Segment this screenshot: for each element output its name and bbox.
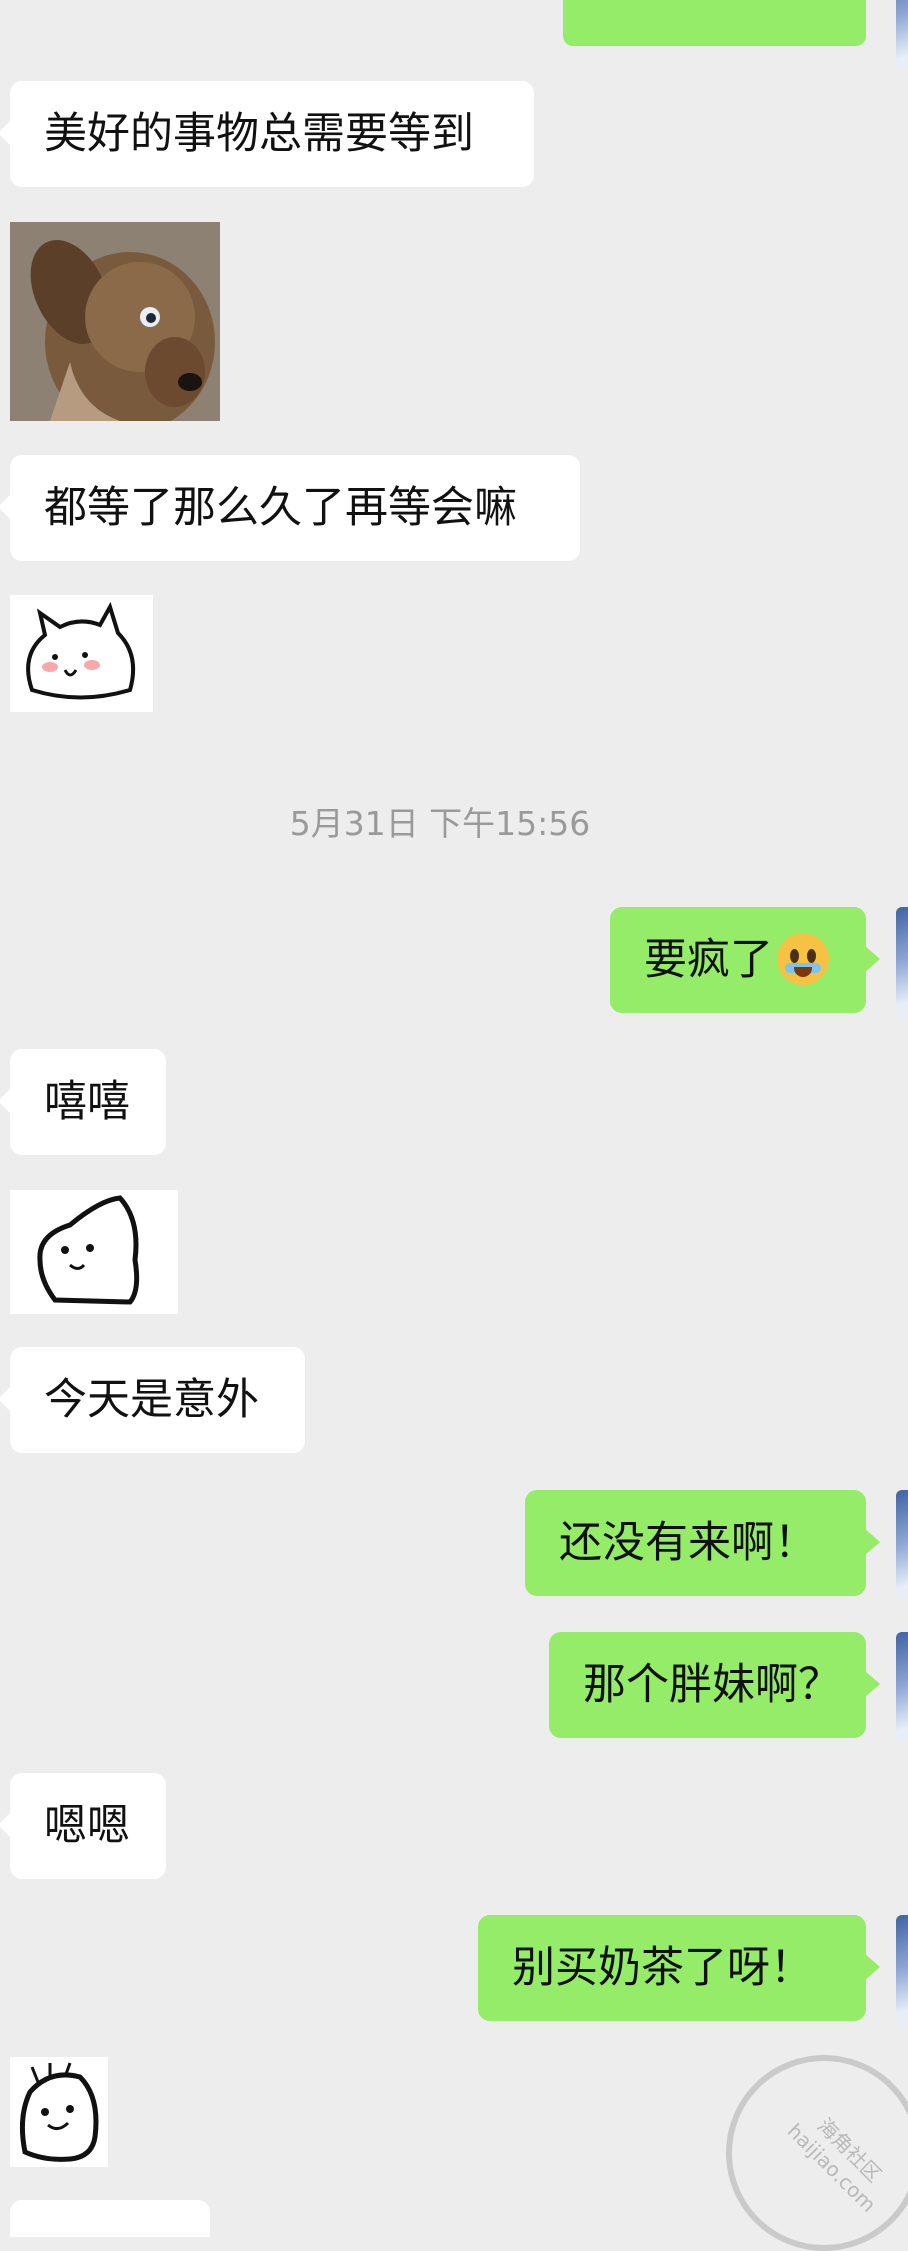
self-avatar[interactable]	[896, 1632, 908, 1742]
incoming-bubble-partial[interactable]	[10, 2200, 210, 2237]
self-avatar[interactable]	[896, 0, 908, 70]
dog-photo	[10, 222, 220, 421]
peek-sticker[interactable]	[10, 1190, 178, 1314]
blob-sticker-drawing	[19, 2062, 99, 2162]
message-text: 那个胖妹啊？	[583, 1660, 841, 1710]
message-text: 都等了那么久了再等会嘛	[44, 483, 517, 533]
bunny-sticker[interactable]	[10, 595, 153, 712]
self-avatar[interactable]	[896, 1915, 908, 2025]
message-incoming-5[interactable]: 嗯嗯	[0, 1773, 166, 1879]
timestamp: 5月31日 下午15:56	[289, 804, 591, 843]
self-avatar[interactable]	[896, 907, 908, 1017]
message-outgoing-1[interactable]: 要疯了	[610, 907, 880, 1013]
message-text: 还没有来啊！	[559, 1518, 817, 1568]
message-text: 嘻嘻	[44, 1077, 130, 1127]
message-incoming-4[interactable]: 今天是意外	[0, 1347, 305, 1453]
message-incoming-2[interactable]: 都等了那么久了再等会嘛	[0, 455, 580, 561]
peek-sticker-drawing	[37, 1195, 140, 1305]
message-text: 美好的事物总需要等到	[44, 109, 474, 159]
message-incoming-1[interactable]: 美好的事物总需要等到	[0, 81, 534, 187]
message-outgoing-4[interactable]: 别买奶茶了呀！	[478, 1915, 880, 2021]
message-outgoing-2[interactable]: 还没有来啊！	[525, 1490, 880, 1596]
watermark-logo: 海角社区 haijiao.com	[726, 2055, 908, 2251]
self-avatar[interactable]	[896, 1490, 908, 1600]
message-text: 今天是意外	[44, 1375, 259, 1425]
watermark-text: 海角社区 haijiao.com	[774, 2089, 908, 2225]
message-text: 嗯嗯	[44, 1801, 130, 1851]
message-text: 别买奶茶了呀！	[512, 1943, 813, 1993]
message-text: 要疯了	[644, 935, 773, 985]
crying-face-emoji-icon	[777, 932, 829, 985]
outgoing-bubble-partial[interactable]	[563, 0, 866, 46]
bunny-sticker-drawing	[26, 601, 136, 700]
message-incoming-3[interactable]: 嘻嘻	[0, 1049, 166, 1155]
message-outgoing-3[interactable]: 那个胖妹啊？	[549, 1632, 880, 1738]
dog-photo-image[interactable]	[10, 222, 220, 421]
blob-sticker[interactable]	[10, 2057, 108, 2167]
